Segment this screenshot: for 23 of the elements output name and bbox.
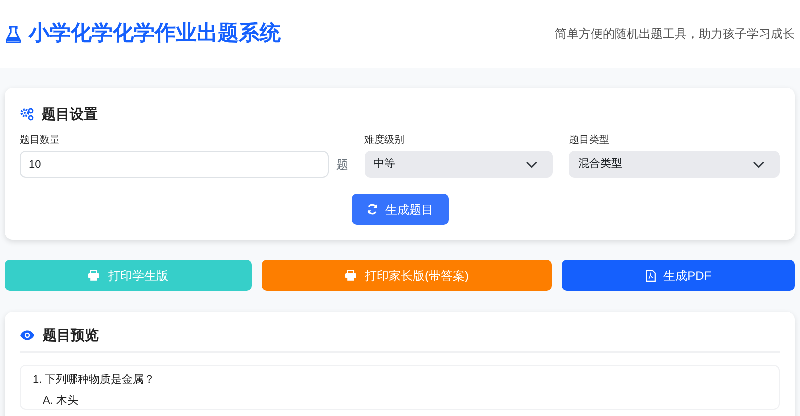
number-input[interactable]: 10 — [20, 151, 329, 178]
printer-icon — [88, 270, 100, 281]
gears-icon — [20, 108, 34, 121]
field-label: 难度级别 — [364, 134, 406, 148]
section-heading: 题目预览 — [43, 326, 99, 345]
field-label: 题目数量 — [20, 134, 61, 148]
pdf-file-icon — [646, 270, 656, 282]
generate-button[interactable]: 生成题目 — [352, 194, 448, 225]
printer-icon — [345, 270, 357, 281]
type-select[interactable]: 混合类型 — [569, 151, 780, 178]
print-button[interactable]: 打印家长版(带答案) — [262, 260, 552, 291]
refresh-icon — [366, 204, 378, 215]
eye-icon — [20, 330, 35, 341]
field-label: 题目类型 — [569, 134, 610, 148]
app-subtitle: 简单方便的随机出题工具，助力孩子学习成长 — [555, 26, 795, 43]
section-heading: 题目设置 — [42, 105, 98, 124]
flask-icon — [6, 26, 21, 42]
difficulty-select[interactable]: 中等 — [364, 151, 554, 178]
app-title: 小学化学化学作业出题系统 — [29, 21, 281, 48]
pdf-button[interactable]: 生成PDF — [562, 260, 796, 291]
unit-label: 题 — [336, 156, 349, 174]
answer-option: A. 木头 — [33, 394, 767, 409]
question-text: 1. 下列哪种物质是金属？ — [33, 373, 156, 388]
